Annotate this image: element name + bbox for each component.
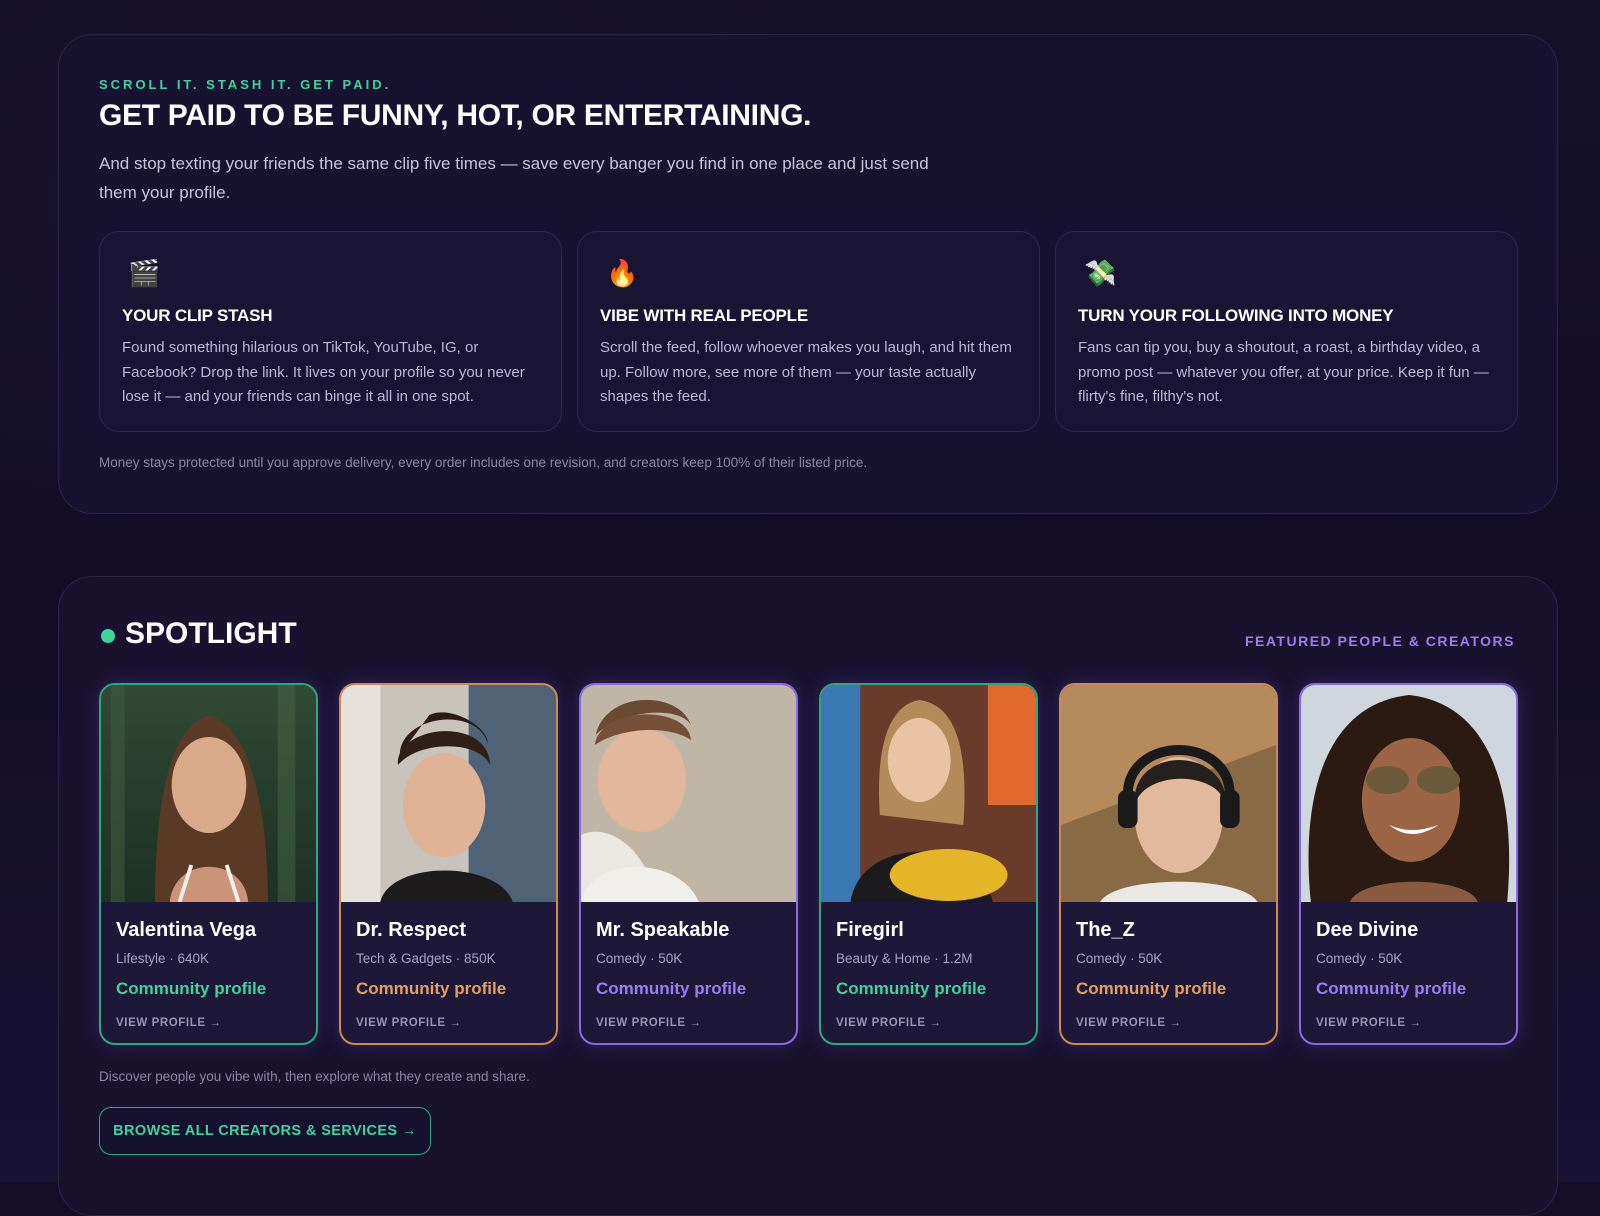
creator-name: Valentina Vega — [116, 919, 257, 941]
creator-card[interactable]: Valentina Vega Lifestyle · 640K Communit… — [99, 683, 318, 1045]
view-profile-link[interactable]: VIEW PROFILE → — [356, 1017, 462, 1029]
feature-title: YOUR CLIP STASH — [122, 306, 273, 325]
feature-body: Found something hilarious on TikTok, You… — [122, 339, 525, 405]
creator-name: Dee Divine — [1316, 919, 1419, 941]
view-profile-link[interactable]: VIEW PROFILE → — [596, 1017, 702, 1029]
creator-name: Firegirl — [836, 919, 904, 941]
creator-photo — [101, 685, 316, 902]
feature-body: Scroll the feed, follow whoever makes yo… — [600, 339, 1012, 405]
spotlight-panel: SPOTLIGHT FEATURED PEOPLE & CREATORS Val… — [58, 576, 1558, 1216]
browse-creators-button[interactable]: BROWSE ALL CREATORS & SERVICES → — [99, 1107, 431, 1155]
feature-card-clip-stash: 🎬 YOUR CLIP STASH Found something hilari… — [99, 231, 562, 432]
feature-card-money: 💸 TURN YOUR FOLLOWING INTO MONEY Fans ca… — [1055, 231, 1518, 432]
creator-badge: Community profile — [356, 979, 507, 998]
creator-card[interactable]: Firegirl Beauty & Home · 1.2M Community … — [819, 683, 1038, 1045]
creator-meta: Comedy · 50K — [1076, 951, 1163, 966]
creator-name: The_Z — [1076, 919, 1135, 941]
creator-photo — [341, 685, 556, 902]
feature-title: VIBE WITH REAL PEOPLE — [600, 306, 809, 325]
creator-photo — [821, 685, 1036, 902]
spotlight-title: SPOTLIGHT — [125, 617, 297, 650]
creator-photo — [1061, 685, 1276, 902]
creator-meta: Lifestyle · 640K — [116, 951, 210, 966]
spotlight-footnote: Discover people you vibe with, then expl… — [99, 1069, 530, 1084]
view-profile-link[interactable]: VIEW PROFILE → — [836, 1017, 942, 1029]
intro-headline: GET PAID TO BE FUNNY, HOT, OR ENTERTAINI… — [99, 99, 812, 132]
view-profile-link[interactable]: VIEW PROFILE → — [1076, 1017, 1182, 1029]
creator-name: Mr. Speakable — [596, 919, 730, 941]
status-dot-icon — [101, 629, 115, 643]
view-profile-link[interactable]: VIEW PROFILE → — [1316, 1017, 1422, 1029]
intro-eyebrow: SCROLL IT. STASH IT. GET PAID. — [99, 77, 392, 92]
creator-badge: Community profile — [1076, 979, 1227, 998]
creator-photo — [581, 685, 796, 902]
spotlight-eyebrow: FEATURED PEOPLE & CREATORS — [1244, 633, 1515, 649]
money-wings-icon: 💸 — [1084, 258, 1117, 288]
feature-card-vibe: 🔥 VIBE WITH REAL PEOPLE Scroll the feed,… — [577, 231, 1040, 432]
intro-footnote: Money stays protected until you approve … — [99, 455, 868, 470]
creator-card[interactable]: Dee Divine Comedy · 50K Community profil… — [1299, 683, 1518, 1045]
feature-body: Fans can tip you, buy a shoutout, a roas… — [1078, 339, 1489, 405]
creator-photo — [1301, 685, 1516, 902]
creator-badge: Community profile — [836, 979, 987, 998]
fire-icon: 🔥 — [606, 258, 639, 288]
creator-meta: Comedy · 50K — [596, 951, 683, 966]
creator-card[interactable]: Dr. Respect Tech & Gadgets · 850K Commun… — [339, 683, 558, 1045]
creator-meta: Comedy · 50K — [1316, 951, 1403, 966]
creator-meta: Tech & Gadgets · 850K — [356, 951, 496, 966]
creator-card[interactable]: The_Z Comedy · 50K Community profile VIE… — [1059, 683, 1278, 1045]
intro-panel: SCROLL IT. STASH IT. GET PAID. GET PAID … — [58, 34, 1558, 514]
creator-name: Dr. Respect — [356, 919, 467, 941]
view-profile-link[interactable]: VIEW PROFILE → — [116, 1017, 222, 1029]
creator-meta: Beauty & Home · 1.2M — [836, 951, 973, 966]
creator-badge: Community profile — [596, 979, 747, 998]
creator-card[interactable]: Mr. Speakable Comedy · 50K Community pro… — [579, 683, 798, 1045]
intro-subhead: And stop texting your friends the same c… — [99, 154, 929, 202]
feature-title: TURN YOUR FOLLOWING INTO MONEY — [1078, 306, 1394, 325]
clapperboard-icon: 🎬 — [128, 258, 161, 288]
creator-badge: Community profile — [1316, 979, 1467, 998]
creator-badge: Community profile — [116, 979, 267, 998]
